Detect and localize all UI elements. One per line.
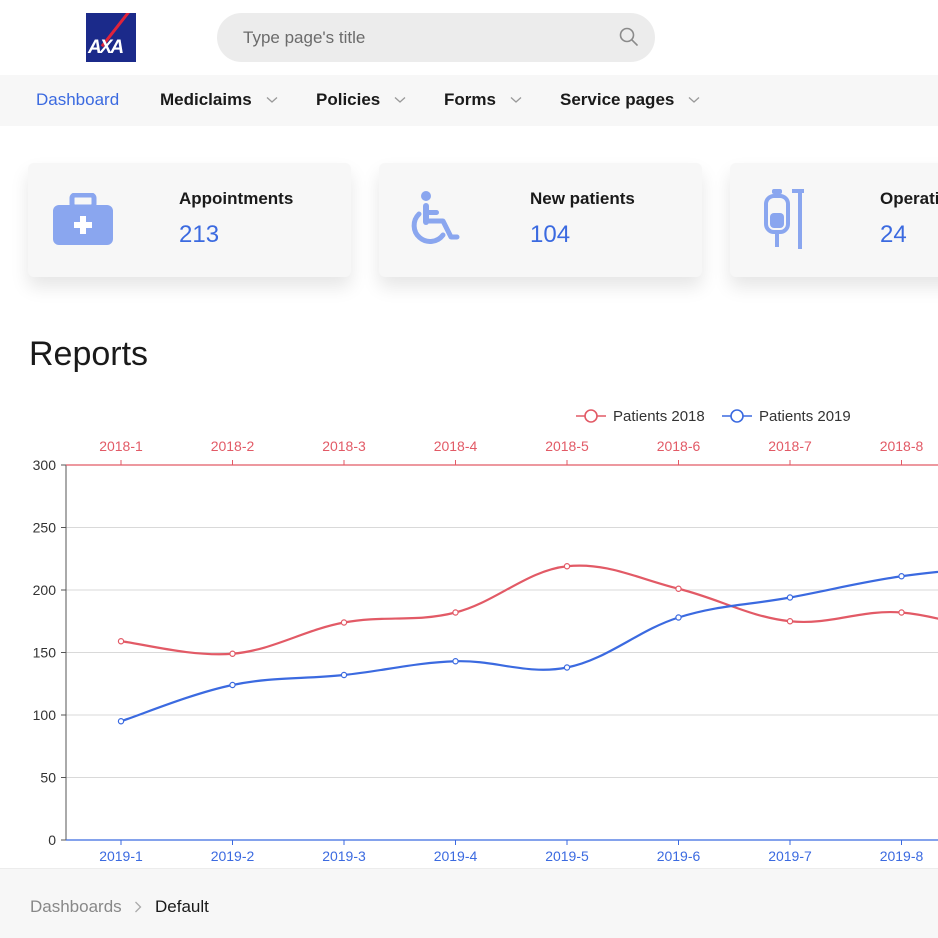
chevron-down-icon <box>510 97 522 103</box>
card-value: 24 <box>880 221 907 248</box>
top-bar: AXA <box>0 0 938 75</box>
card-value: 213 <box>179 221 220 248</box>
y-tick-label: 50 <box>40 770 56 786</box>
data-point <box>340 619 348 626</box>
nav-forms-label: Forms <box>444 90 496 109</box>
reports-chart: 0 50 100 150 200 250 300 2018-1 2018-2 2018-3 2018… <box>33 408 938 864</box>
nav-dashboard[interactable]: Dashboard <box>36 89 119 111</box>
data-point <box>452 658 459 665</box>
data-point <box>117 638 125 645</box>
x-top-tick-label: 2018-8 <box>880 438 924 454</box>
y-tick-label: 300 <box>33 457 57 473</box>
stat-card-operations[interactable]: Operations 24 <box>730 163 938 277</box>
x-top-tick-label: 2018-1 <box>99 438 143 454</box>
search-icon[interactable] <box>619 27 639 47</box>
search-box[interactable] <box>217 13 655 62</box>
y-tick-label: 200 <box>33 582 57 598</box>
x-top-tick-label: 2018-4 <box>434 438 478 454</box>
x-bottom-tick-label: 2019-4 <box>434 848 478 864</box>
x-bottom-tick-label: 2019-2 <box>211 848 255 864</box>
data-point <box>675 614 682 621</box>
y-tick-label: 250 <box>33 520 57 536</box>
data-point <box>229 681 236 689</box>
card-value: 104 <box>530 221 571 248</box>
x-bottom-tick-label: 2019-7 <box>768 848 812 864</box>
legend-label: Patients 2018 <box>613 408 705 425</box>
chevron-down-icon <box>688 97 700 103</box>
y-tick-label: 100 <box>33 707 57 723</box>
x-top-tick-label: 2018-7 <box>768 438 812 454</box>
x-top-tick-label: 2018-3 <box>322 438 366 454</box>
data-point <box>898 609 905 616</box>
axa-logo[interactable]: AXA <box>86 13 136 62</box>
wheelchair-icon <box>411 191 460 244</box>
chevron-down-icon <box>266 97 278 103</box>
data-point <box>340 671 348 679</box>
x-top-tick-label: 2018-2 <box>211 438 255 454</box>
card-title: Operations <box>880 189 938 208</box>
stat-card-appointments[interactable]: Appointments 213 <box>28 163 351 277</box>
card-title: Appointments <box>179 189 294 208</box>
nav-policies[interactable]: Policies <box>316 89 406 111</box>
y-tick-label: 150 <box>33 645 57 661</box>
legend-marker <box>730 409 744 423</box>
data-point <box>563 563 571 570</box>
x-bottom-tick-label: 2019-8 <box>880 848 924 864</box>
nav-mediclaims-label: Mediclaims <box>160 90 252 109</box>
breadcrumb-item-default: Default <box>155 897 209 916</box>
medical-kit-icon <box>53 193 113 245</box>
search-input[interactable] <box>243 27 603 49</box>
data-point <box>786 618 794 625</box>
nav-service-pages[interactable]: Service pages <box>560 89 700 111</box>
data-point <box>675 585 682 592</box>
nav-service-pages-label: Service pages <box>560 90 675 109</box>
nav-dashboard-label: Dashboard <box>36 90 120 109</box>
x-bottom-tick-label: 2019-5 <box>545 848 589 864</box>
chevron-down-icon <box>394 97 406 103</box>
iv-drip-icon <box>764 189 804 249</box>
data-point <box>563 664 571 671</box>
data-point <box>786 594 794 601</box>
x-bottom-tick-label: 2019-3 <box>322 848 366 864</box>
footer: Dashboards Default <box>0 868 938 938</box>
card-title: New patients <box>530 189 635 208</box>
nav-mediclaims[interactable]: Mediclaims <box>160 89 278 111</box>
reports-title: Reports <box>29 335 149 373</box>
main-nav: Dashboard Mediclaims Policies Forms Serv… <box>0 75 938 126</box>
x-bottom-tick-label: 2019-1 <box>99 848 143 864</box>
data-point <box>898 573 905 580</box>
legend-label: Patients 2019 <box>759 408 851 425</box>
data-point <box>229 650 236 657</box>
data-point <box>117 718 125 725</box>
x-top-tick-label: 2018-6 <box>657 438 701 454</box>
chevron-right-icon <box>135 901 142 913</box>
legend-marker <box>584 409 598 423</box>
x-top-tick-label: 2018-5 <box>545 438 589 454</box>
nav-forms[interactable]: Forms <box>444 89 522 111</box>
y-tick-label: 0 <box>48 832 56 848</box>
series-line-2019 <box>120 570 938 723</box>
stat-card-new-patients[interactable]: New patients 104 <box>379 163 702 277</box>
series-line-2018 <box>120 564 938 656</box>
breadcrumb-item-dashboards[interactable]: Dashboards <box>30 897 122 917</box>
nav-policies-label: Policies <box>316 90 381 109</box>
data-point <box>452 609 459 616</box>
logo-text: AXA <box>88 37 124 58</box>
x-bottom-tick-label: 2019-6 <box>657 848 701 864</box>
